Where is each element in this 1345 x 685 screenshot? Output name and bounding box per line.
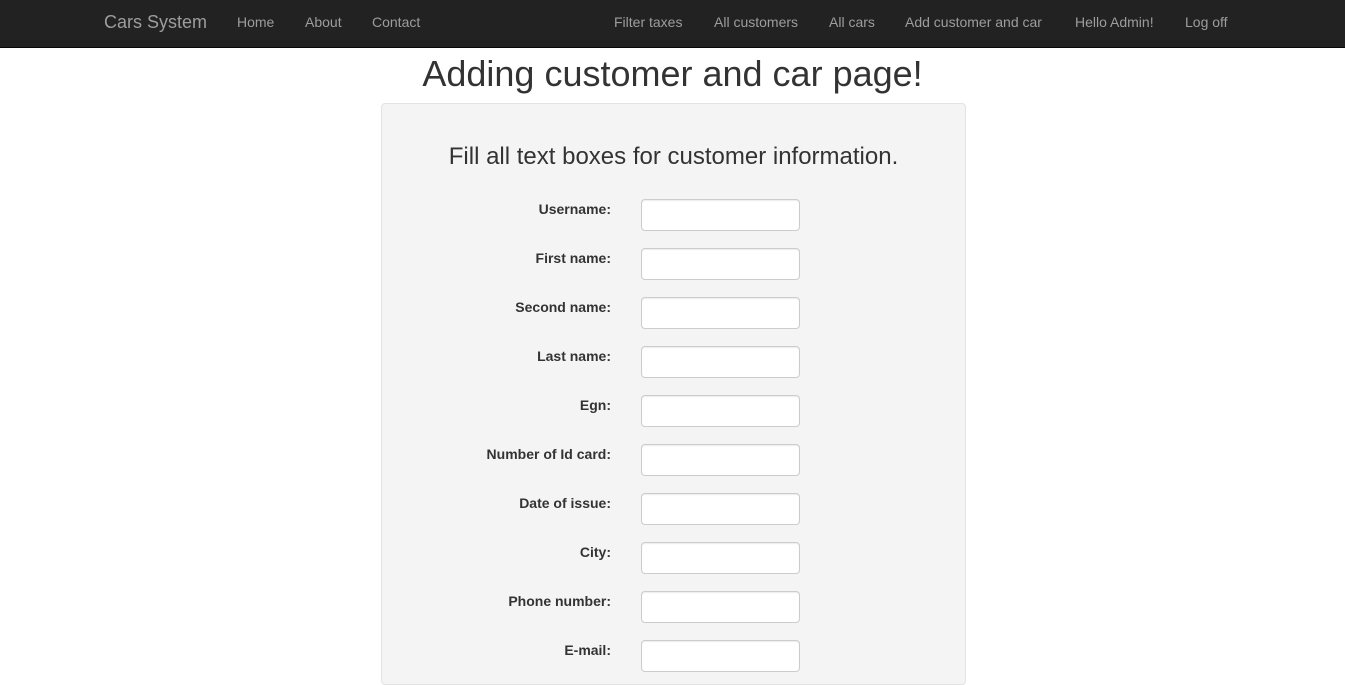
top-navbar: Cars System Home About Contact Filter ta… [0, 0, 1345, 48]
phone-number-label: Phone number: [508, 593, 611, 609]
last-name-label: Last name: [537, 348, 611, 364]
email-input[interactable] [641, 640, 800, 672]
username-label: Username: [538, 201, 611, 217]
first-name-label: First name: [535, 250, 611, 266]
egn-input[interactable] [641, 395, 800, 427]
date-of-issue-label: Date of issue: [519, 495, 611, 511]
second-name-input[interactable] [641, 297, 800, 329]
nav-about-link[interactable]: About [305, 14, 342, 30]
customer-form-panel: Fill all text boxes for customer informa… [381, 103, 966, 685]
username-input[interactable] [641, 199, 800, 231]
city-label: City: [579, 544, 611, 560]
nav-home-link[interactable]: Home [237, 14, 274, 30]
brand-link[interactable]: Cars System [104, 12, 207, 33]
nav-filter-taxes-link[interactable]: Filter taxes [614, 14, 682, 30]
form-heading: Fill all text boxes for customer informa… [448, 143, 899, 170]
nav-log-off-link[interactable]: Log off [1185, 14, 1228, 30]
nav-hello-admin-link[interactable]: Hello Admin! [1075, 14, 1154, 30]
egn-label: Egn: [579, 397, 611, 413]
first-name-input[interactable] [641, 248, 800, 280]
nav-contact-link[interactable]: Contact [372, 14, 420, 30]
city-input[interactable] [641, 542, 800, 574]
last-name-input[interactable] [641, 346, 800, 378]
nav-all-cars-link[interactable]: All cars [829, 14, 875, 30]
nav-add-customer-and-car-link[interactable]: Add customer and car [905, 14, 1042, 30]
email-label: E-mail: [564, 642, 611, 658]
id-card-number-input[interactable] [641, 444, 800, 476]
page-title: Adding customer and car page! [422, 53, 923, 94]
second-name-label: Second name: [515, 299, 611, 315]
phone-number-input[interactable] [641, 591, 800, 623]
date-of-issue-input[interactable] [641, 493, 800, 525]
id-card-number-label: Number of Id card: [486, 446, 611, 462]
nav-all-customers-link[interactable]: All customers [714, 14, 798, 30]
